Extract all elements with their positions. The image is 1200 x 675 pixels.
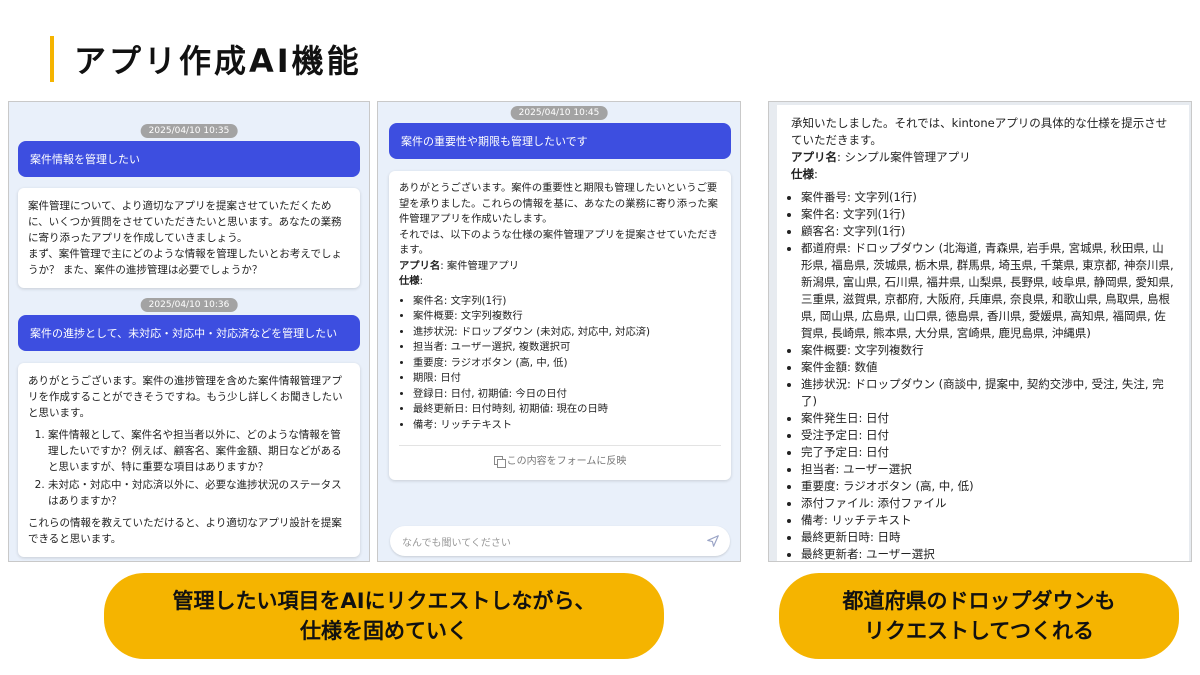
app-name-line: アプリ名: シンプル案件管理アプリ [791, 149, 1175, 166]
caption-left: 管理したい項目をAIにリクエストしながら、 仕様を固めていく [104, 573, 664, 659]
question-list: 案件情報として、案件名や担当者以外に、どのような情報を管理したいですか？例えば、… [48, 427, 350, 509]
field-item: 担当者: ユーザー選択, 複数選択可 [413, 340, 721, 356]
chat-panel-1: 2025/04/10 10:35 案件情報を管理したい 案件管理について、より適… [8, 101, 370, 562]
field-item: 進捗状況: ドロップダウン (商談中, 提案中, 契約交渉中, 受注, 失注, … [801, 376, 1175, 410]
ai-paragraph: ありがとうございます。案件の進捗管理を含めた案件情報管理アプリを作成することがで… [28, 375, 343, 419]
ai-paragraph: 案件管理について、より適切なアプリを提案させていただくために、いくつか質問をさせ… [28, 200, 342, 244]
field-item: 案件概要: 文字列複数行 [801, 342, 1175, 359]
field-item: 案件名: 文字列(1行) [413, 294, 721, 310]
app-name-value: : シンプル案件管理アプリ [837, 150, 971, 164]
field-item: 受注予定日: 日付 [801, 427, 1175, 444]
field-list: 案件名: 文字列(1行) 案件概要: 文字列複数行 進捗状況: ドロップダウン … [413, 294, 721, 434]
field-item: 重要度: ラジオボタン (高, 中, 低) [801, 478, 1175, 495]
field-item: 案件発生日: 日付 [801, 410, 1175, 427]
user-message: 案件の進捗として、未対応・対応中・対応済などを管理したい [18, 315, 360, 351]
ai-paragraph: これらの情報を教えていただけると、より適切なアプリ設計を提案できると思います。 [28, 517, 342, 545]
timestamp: 2025/04/10 10:36 [140, 298, 238, 312]
question-item: 案件情報として、案件名や担当者以外に、どのような情報を管理したいですか？例えば、… [48, 427, 350, 475]
ai-message: ありがとうございます。案件の重要性と期限も管理したいというご要望を承りました。こ… [389, 171, 731, 480]
spec-line: 仕様: [399, 274, 721, 290]
field-item: 案件概要: 文字列複数行 [413, 309, 721, 325]
title-block: アプリ作成AI機能 [50, 36, 362, 82]
field-item: 最終更新日時: 日時 [801, 529, 1175, 546]
question-item: 未対応・対応中・対応済以外に、必要な進捗状況のステータスはありますか？ [48, 477, 350, 509]
app-name-label: アプリ名 [399, 259, 441, 272]
ai-paragraph: それでは、以下のような仕様の案件管理アプリを提案させていただきます。 [399, 228, 718, 257]
spec-label: 仕様 [791, 167, 814, 181]
send-icon[interactable] [706, 534, 720, 548]
spec-colon: : [419, 275, 424, 287]
spec-label: 仕様 [399, 275, 420, 287]
field-item: 備考: リッチテキスト [413, 418, 721, 434]
caption-line: リクエストしてつくれる [864, 619, 1094, 643]
timestamp: 2025/04/10 10:35 [140, 124, 238, 138]
chat-input-placeholder: なんでも聞いてください [402, 537, 511, 549]
title-accent-bar [50, 36, 54, 82]
field-item: 顧客名: 文字列(1行) [801, 223, 1175, 240]
field-item: 案件番号: 文字列(1行) [801, 189, 1175, 206]
user-message: 案件の重要性や期限も管理したいです [389, 123, 731, 159]
user-message: 案件情報を管理したい [18, 141, 360, 177]
ai-message: ありがとうございます。案件の進捗管理を含めた案件情報管理アプリを作成することがで… [18, 363, 360, 557]
spec-intro: 承知いたしました。それでは、kintoneアプリの具体的な仕様を提示させていただ… [791, 116, 1168, 147]
field-item: 担当者: ユーザー選択 [801, 461, 1175, 478]
page-title: アプリ作成AI機能 [74, 42, 362, 80]
field-item: 案件名: 文字列(1行) [801, 206, 1175, 223]
ai-message: 案件管理について、より適切なアプリを提案させていただくために、いくつか質問をさせ… [18, 188, 360, 288]
field-item: 登録日: 日付, 初期値: 今日の日付 [413, 387, 721, 403]
field-item: 重要度: ラジオボタン (高, 中, 低) [413, 356, 721, 372]
field-item: 進捗状況: ドロップダウン (未対応, 対応中, 対応済) [413, 325, 721, 341]
reflect-to-form-button[interactable]: この内容をフォームに反映 [399, 445, 721, 470]
caption-right: 都道府県のドロップダウンも リクエストしてつくれる [779, 573, 1179, 659]
field-item: 都道府県: ドロップダウン (北海道, 青森県, 岩手県, 宮城県, 秋田県, … [801, 240, 1175, 342]
spec-message: 承知いたしました。それでは、kintoneアプリの具体的な仕様を提示させていただ… [777, 105, 1189, 561]
ai-paragraph: ありがとうございます。案件の重要性と期限も管理したいというご要望を承りました。こ… [399, 182, 718, 225]
caption-line: 都道府県のドロップダウンも [842, 589, 1116, 613]
field-item: 備考: リッチテキスト [801, 512, 1175, 529]
spec-line: 仕様: [791, 166, 1175, 183]
field-item: 期限: 日付 [413, 371, 721, 387]
caption-line: 仕様を固めていく [300, 619, 468, 643]
spec-colon: : [814, 167, 818, 181]
field-item: 最終更新日: 日付時刻, 初期値: 現在の日時 [413, 402, 721, 418]
field-list: 案件番号: 文字列(1行) 案件名: 文字列(1行) 顧客名: 文字列(1行) … [801, 189, 1175, 561]
app-name-value: : 案件管理アプリ [440, 259, 520, 272]
app-name-label: アプリ名 [791, 150, 837, 164]
field-item: 添付ファイル: 添付ファイル [801, 495, 1175, 512]
field-item: 完了予定日: 日付 [801, 444, 1175, 461]
ai-paragraph: まず、案件管理で主にどのような情報を管理したいとお考えでしょうか？ また、案件の… [28, 248, 342, 276]
app-name-line: アプリ名: 案件管理アプリ [399, 259, 721, 275]
field-item: 案件金額: 数値 [801, 359, 1175, 376]
reflect-label: この内容をフォームに反映 [506, 456, 627, 467]
field-item: 最終更新者: ユーザー選択 [801, 546, 1175, 561]
spec-panel: 承知いたしました。それでは、kintoneアプリの具体的な仕様を提示させていただ… [768, 101, 1192, 562]
chat-input[interactable]: なんでも聞いてください [390, 526, 730, 556]
chat-panel-2: 2025/04/10 10:45 案件の重要性や期限も管理したいです ありがとう… [377, 101, 741, 562]
timestamp: 2025/04/10 10:45 [510, 106, 608, 120]
copy-icon [493, 456, 506, 468]
caption-line: 管理したい項目をAIにリクエストしながら、 [172, 589, 596, 613]
